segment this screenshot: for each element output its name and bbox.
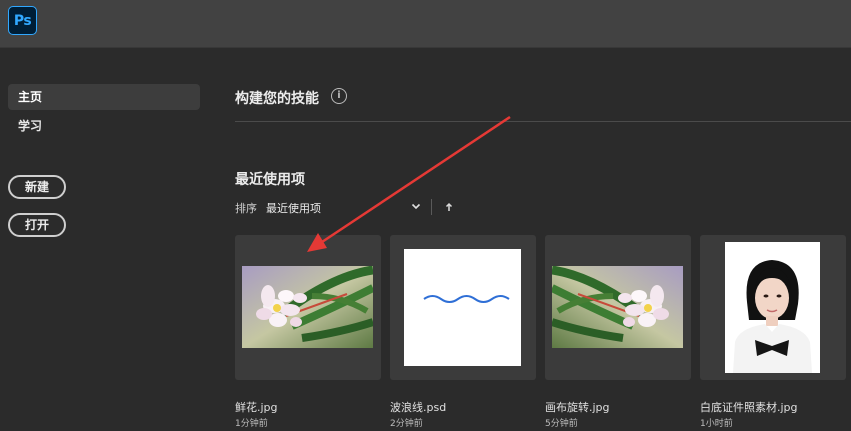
file-name[interactable]: 画布旋转.jpg [545, 399, 610, 415]
sort-dropdown[interactable]: 最近使用项 [266, 200, 424, 216]
sort-label: 排序 [235, 202, 257, 215]
file-time: 2分钟前 [390, 419, 423, 429]
recent-file-card[interactable] [235, 235, 381, 380]
section-divider [235, 121, 851, 122]
file-name[interactable]: 波浪线.psd [390, 399, 446, 415]
top-bar: Ps [0, 0, 851, 48]
sort-ascending-icon[interactable] [443, 199, 455, 215]
sidebar-item-home[interactable]: 主页 [8, 84, 200, 110]
new-button[interactable]: 新建 [8, 175, 66, 199]
recent-file-card[interactable] [390, 235, 536, 380]
file-thumbnail-rotated-flower [552, 266, 683, 348]
recent-file-card[interactable] [545, 235, 691, 380]
recent-heading: 最近使用项 [235, 172, 305, 188]
file-name[interactable]: 鲜花.jpg [235, 399, 278, 415]
info-icon[interactable]: i [331, 88, 347, 104]
file-thumbnail-wave [404, 249, 521, 366]
file-time: 1分钟前 [235, 419, 268, 429]
file-thumbnail-flower [242, 266, 373, 348]
file-time: 5分钟前 [545, 419, 578, 429]
recent-file-card[interactable] [700, 235, 846, 380]
file-thumbnail-portrait [725, 242, 820, 373]
file-name[interactable]: 白底证件照素材.jpg [700, 399, 798, 415]
sort-separator [431, 199, 432, 215]
open-button[interactable]: 打开 [8, 213, 66, 237]
sidebar-item-learn[interactable]: 学习 [8, 113, 200, 139]
chevron-down-icon [411, 203, 421, 210]
file-time: 1小时前 [700, 419, 733, 429]
skills-heading: 构建您的技能 [235, 91, 319, 107]
ps-logo-icon[interactable]: Ps [8, 6, 37, 35]
sort-value: 最近使用项 [266, 202, 321, 215]
sidebar: 主页 学习 新建 打开 [0, 48, 210, 431]
